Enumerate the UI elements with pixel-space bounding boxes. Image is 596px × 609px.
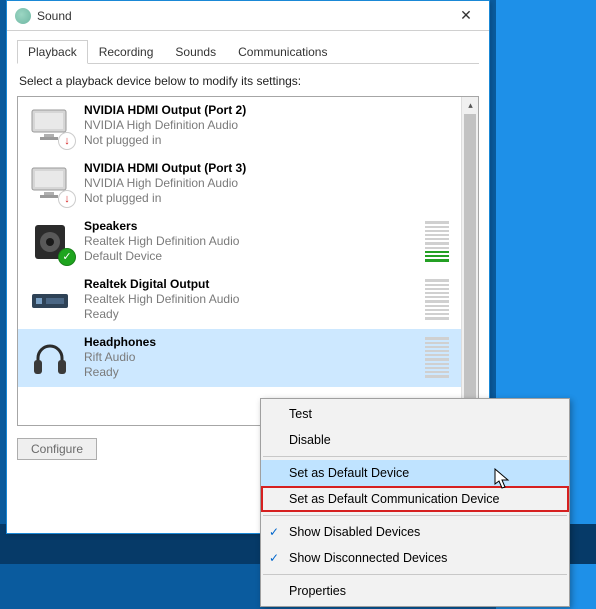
device-subtitle: NVIDIA High Definition Audio <box>84 118 453 133</box>
device-subtitle: NVIDIA High Definition Audio <box>84 176 453 191</box>
sound-icon <box>15 8 31 24</box>
instruction-text: Select a playback device below to modify… <box>19 74 477 88</box>
device-list[interactable]: ↓ NVIDIA HDMI Output (Port 2) NVIDIA Hig… <box>18 97 461 425</box>
list-item[interactable]: Headphones Rift Audio Ready <box>18 329 461 387</box>
device-subtitle: Realtek High Definition Audio <box>84 234 415 249</box>
level-meter <box>425 338 449 378</box>
close-button[interactable]: ✕ <box>443 1 489 31</box>
device-list-frame: ↓ NVIDIA HDMI Output (Port 2) NVIDIA Hig… <box>17 96 479 426</box>
menu-show-disabled-devices[interactable]: ✓ Show Disabled Devices <box>261 519 569 545</box>
menu-label: Show Disabled Devices <box>289 525 420 539</box>
tab-playback[interactable]: Playback <box>17 40 88 64</box>
menu-label: Show Disconnected Devices <box>289 551 447 565</box>
menu-separator <box>263 456 567 457</box>
device-status: Ready <box>84 307 415 322</box>
menu-disable[interactable]: Disable <box>261 427 569 453</box>
device-title: Headphones <box>84 335 415 350</box>
level-meter <box>425 280 449 320</box>
tab-sounds[interactable]: Sounds <box>164 40 227 64</box>
device-title: Speakers <box>84 219 415 234</box>
menu-test[interactable]: Test <box>261 401 569 427</box>
tab-recording[interactable]: Recording <box>88 40 165 64</box>
monitor-icon: ↓ <box>26 104 74 148</box>
scroll-up-icon[interactable]: ▴ <box>462 97 479 114</box>
headphones-icon <box>26 336 74 380</box>
speaker-icon: ✓ <box>26 220 74 264</box>
context-menu: Test Disable Set as Default Device Set a… <box>260 398 570 607</box>
device-status: Not plugged in <box>84 191 453 206</box>
menu-properties[interactable]: Properties <box>261 578 569 604</box>
device-title: NVIDIA HDMI Output (Port 2) <box>84 103 453 118</box>
menu-set-default-communication-device[interactable]: Set as Default Communication Device <box>261 486 569 512</box>
scroll-thumb[interactable] <box>464 114 476 408</box>
device-subtitle: Rift Audio <box>84 350 415 365</box>
device-title: Realtek Digital Output <box>84 277 415 292</box>
list-item[interactable]: ↓ NVIDIA HDMI Output (Port 2) NVIDIA Hig… <box>18 97 461 155</box>
default-badge-icon: ✓ <box>58 248 76 266</box>
close-icon: ✕ <box>460 7 472 24</box>
device-status: Ready <box>84 365 415 380</box>
window-title: Sound <box>37 9 443 23</box>
configure-button[interactable]: Configure <box>17 438 97 460</box>
menu-separator <box>263 574 567 575</box>
check-icon: ✓ <box>269 525 279 539</box>
titlebar[interactable]: Sound ✕ <box>7 1 489 31</box>
device-subtitle: Realtek High Definition Audio <box>84 292 415 307</box>
device-status: Default Device <box>84 249 415 264</box>
tab-strip: Playback Recording Sounds Communications <box>17 39 479 64</box>
monitor-icon: ↓ <box>26 162 74 206</box>
list-item[interactable]: ✓ Speakers Realtek High Definition Audio… <box>18 213 461 271</box>
menu-set-default-device[interactable]: Set as Default Device <box>261 460 569 486</box>
list-item[interactable]: ↓ NVIDIA HDMI Output (Port 3) NVIDIA Hig… <box>18 155 461 213</box>
device-title: NVIDIA HDMI Output (Port 3) <box>84 161 453 176</box>
check-icon: ✓ <box>269 551 279 565</box>
device-status: Not plugged in <box>84 133 453 148</box>
menu-show-disconnected-devices[interactable]: ✓ Show Disconnected Devices <box>261 545 569 571</box>
level-meter <box>425 222 449 262</box>
list-item[interactable]: Realtek Digital Output Realtek High Defi… <box>18 271 461 329</box>
tab-communications[interactable]: Communications <box>227 40 338 64</box>
unplugged-badge-icon: ↓ <box>58 132 76 150</box>
unplugged-badge-icon: ↓ <box>58 190 76 208</box>
vertical-scrollbar[interactable]: ▴ ▾ <box>461 97 478 425</box>
menu-separator <box>263 515 567 516</box>
digital-output-icon <box>26 278 74 322</box>
